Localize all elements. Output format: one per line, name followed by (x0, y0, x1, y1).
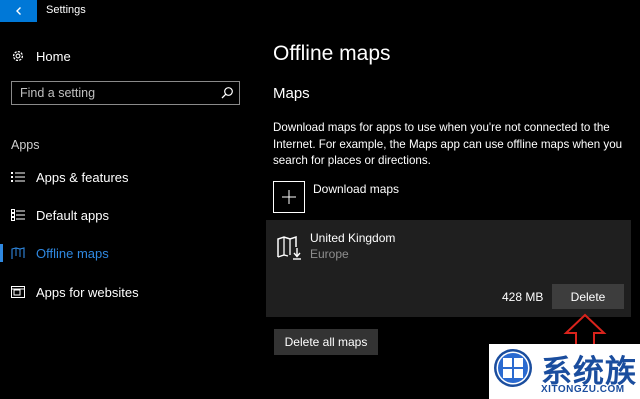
sidebar-item-label: Apps for websites (36, 284, 139, 300)
section-subtitle: Maps (273, 85, 310, 102)
map-region: Europe (310, 247, 349, 261)
map-size: 428 MB (502, 290, 544, 304)
window-title: Settings (46, 4, 86, 16)
sidebar-home-label: Home (36, 48, 71, 64)
sidebar-item-apps-features[interactable]: Apps & features (0, 162, 260, 192)
delete-all-maps-button[interactable]: Delete all maps (274, 329, 378, 355)
map-item-card[interactable]: United Kingdom Europe 428 MB Delete (266, 220, 631, 317)
download-maps-label[interactable]: Download maps (313, 182, 399, 196)
sidebar-item-apps-for-websites[interactable]: Apps for websites (0, 277, 260, 307)
title-bar: Settings (0, 0, 640, 22)
gear-icon (10, 48, 26, 64)
windows-logo-icon (494, 349, 532, 387)
sidebar-item-label: Default apps (36, 207, 109, 223)
map-icon (10, 245, 26, 261)
sidebar-item-offline-maps[interactable]: Offline maps (0, 238, 260, 268)
list-icon (10, 169, 26, 185)
download-maps-button[interactable] (273, 181, 305, 213)
description-text: Download maps for apps to use when you'r… (273, 121, 623, 167)
downloaded-map-icon (277, 235, 301, 260)
watermark-url: XITONGZU.COM (541, 384, 625, 395)
search-icon[interactable] (220, 86, 234, 100)
default-apps-icon (10, 207, 26, 223)
back-arrow-icon (15, 7, 21, 15)
watermark: 系统族 XITONGZU.COM (489, 344, 640, 399)
sidebar-item-label: Offline maps (36, 245, 109, 261)
sidebar-item-default-apps[interactable]: Default apps (0, 200, 260, 230)
search-input[interactable] (12, 82, 212, 104)
map-name: United Kingdom (310, 231, 396, 245)
back-button[interactable] (0, 0, 37, 22)
plus-icon (282, 190, 296, 204)
sidebar-item-home[interactable]: Home (0, 41, 260, 71)
sidebar-item-label: Apps & features (36, 169, 129, 185)
search-box[interactable] (11, 81, 240, 105)
web-apps-icon (10, 284, 26, 300)
page-title: Offline maps (273, 42, 391, 65)
delete-button[interactable]: Delete (552, 284, 624, 309)
section-heading: Apps (11, 138, 40, 152)
